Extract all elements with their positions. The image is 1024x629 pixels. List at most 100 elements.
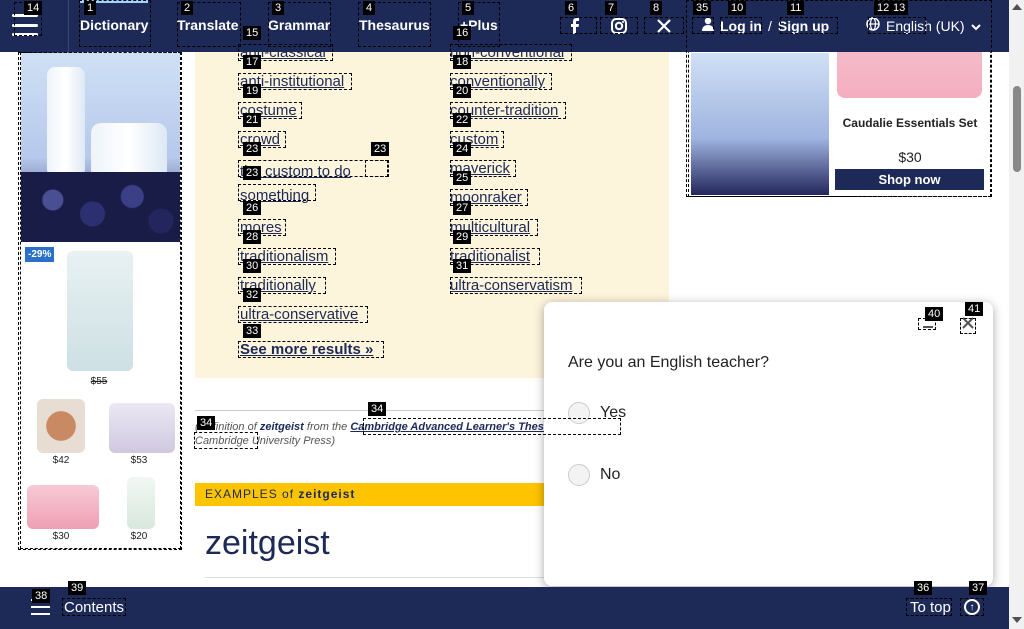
annotation-number-tag: 23 xyxy=(243,166,262,180)
annotation-number-tag: 8 xyxy=(650,1,663,15)
annotation-number-tag: 38 xyxy=(32,589,51,603)
left-advertisement[interactable]: -29% $55 $42 $53 $30 $20 xyxy=(20,52,181,549)
scroll-up-arrow[interactable] xyxy=(1012,4,1022,10)
top-navigation-bar: Dictionary Translate Grammar Thesaurus +… xyxy=(0,0,1009,52)
annotation-number-tag: 7 xyxy=(605,1,618,15)
annotation-number-tag: 6 xyxy=(565,1,578,15)
survey-question: Are you an English teacher? xyxy=(568,354,770,371)
credit-source-link[interactable]: Cambridge Advanced Learner's Thesaurus xyxy=(350,421,574,433)
examples-headword: zeitgeist xyxy=(205,524,330,562)
examples-word: zeitgeist xyxy=(298,487,356,501)
shop-now-button[interactable]: Shop now xyxy=(835,169,984,190)
user-icon xyxy=(702,17,714,34)
nav-divider xyxy=(68,0,69,52)
no-label: No xyxy=(600,466,621,483)
yes-radio[interactable] xyxy=(568,402,590,424)
see-more-results-link[interactable]: See more results » xyxy=(240,341,373,358)
discount-badge: -29% xyxy=(25,247,55,262)
ad-price: $30 xyxy=(898,149,922,165)
price-pouch: $30 xyxy=(52,531,70,542)
annotation-number-tag: 32 xyxy=(243,288,262,302)
to-top-link[interactable]: To top xyxy=(910,599,951,616)
annotation-number-tag: 5 xyxy=(462,1,475,15)
annotation-number-tag: 29 xyxy=(453,230,472,244)
annotation-number-tag: 41 xyxy=(965,302,984,316)
ad-title: Caudalie Essentials Set xyxy=(842,116,978,130)
annotation-number-tag: 10 xyxy=(728,1,747,15)
annotation-number-tag: 35 xyxy=(693,1,712,15)
nav-dictionary[interactable]: Dictionary xyxy=(80,0,149,33)
scroll-down-arrow[interactable] xyxy=(1012,617,1022,623)
product-bronzer[interactable] xyxy=(37,399,85,453)
nav-translate[interactable]: Translate xyxy=(177,17,238,33)
annotation-number-tag: 22 xyxy=(453,113,472,127)
annotation-number-tag: 17 xyxy=(243,55,262,69)
scrollbar-thumb[interactable] xyxy=(1013,86,1021,172)
annotation-number-tag: 25 xyxy=(453,171,472,185)
price-foam-set: $55 xyxy=(90,376,108,387)
login-signup: Log in / Sign up xyxy=(702,17,829,34)
x-twitter-icon[interactable] xyxy=(654,16,674,36)
annotation-number-tag: 40 xyxy=(925,307,944,321)
credit-mid: from the xyxy=(306,421,348,433)
annotation-number-tag: 20 xyxy=(453,84,472,98)
login-link[interactable]: Log in xyxy=(720,18,762,34)
teacher-survey-popup: Are you an English teacher? Yes No xyxy=(544,302,993,586)
ad-product-image xyxy=(691,53,829,195)
annotation-number-tag: 23 xyxy=(243,142,262,156)
globe-icon xyxy=(866,17,880,34)
contents-link[interactable]: Contents xyxy=(64,599,124,616)
menu-icon[interactable] xyxy=(12,14,38,36)
annotation-number-tag: 19 xyxy=(243,84,262,98)
annotation-number-tag: 34 xyxy=(368,402,387,416)
related-word-link[interactable]: the custom to do something xyxy=(240,160,390,208)
annotation-number-tag: 4 xyxy=(363,1,376,15)
credit-word: zeitgeist xyxy=(259,421,304,433)
serum-bottle xyxy=(47,67,85,177)
product-pouch[interactable] xyxy=(27,485,99,529)
arrow-up-icon[interactable]: ↑ xyxy=(964,599,980,615)
annotation-number-tag: 31 xyxy=(453,259,472,273)
nav-thesaurus[interactable]: Thesaurus xyxy=(359,17,430,33)
price-bronzer: $42 xyxy=(52,455,70,466)
chevron-down-icon xyxy=(970,18,981,34)
product-body-cream[interactable] xyxy=(109,403,175,453)
language-selector[interactable]: English (UK) xyxy=(866,17,981,34)
annotation-number-tag: 21 xyxy=(243,113,262,127)
instagram-icon[interactable] xyxy=(609,16,629,36)
product-spray[interactable] xyxy=(127,477,155,529)
annotation-number-tag: 33 xyxy=(243,324,262,338)
signup-link[interactable]: Sign up xyxy=(778,18,829,34)
annotation-number-tag: 3 xyxy=(272,1,285,15)
annotation-number-tag: 16 xyxy=(453,26,472,40)
annotation-number-tag: 39 xyxy=(68,581,87,595)
annotation-number-tag: 24 xyxy=(453,142,472,156)
berries-decoration xyxy=(21,172,180,242)
annotation-number-tag: 18 xyxy=(453,55,472,69)
close-icon[interactable] xyxy=(960,315,976,331)
annotation-number-tag: 36 xyxy=(914,581,933,595)
price-spray: $20 xyxy=(130,531,148,542)
nav-grammar[interactable]: Grammar xyxy=(268,17,330,33)
facebook-icon[interactable] xyxy=(565,16,585,36)
option-yes[interactable]: Yes xyxy=(568,402,626,424)
product-foam-set[interactable] xyxy=(67,251,133,371)
annotation-number-tag: 15 xyxy=(243,26,262,40)
annotation-number-tag: 1 xyxy=(84,1,97,15)
annotation-number-tag: 11 xyxy=(787,1,805,15)
ad-hero-image xyxy=(21,53,180,242)
annotation-number-tag: 30 xyxy=(243,259,262,273)
bottom-bar: Contents To top ↑ xyxy=(0,587,1009,629)
annotation-number-tag: 34 xyxy=(197,416,216,430)
related-word-link[interactable]: ultra-conservatism xyxy=(450,277,573,294)
annotation-number-tag: 26 xyxy=(243,201,262,215)
annotation-number-tag: 23 xyxy=(371,142,390,156)
examples-label: EXAMPLES of xyxy=(205,487,295,501)
no-radio[interactable] xyxy=(568,464,590,486)
login-separator: / xyxy=(768,17,772,34)
related-word-link[interactable]: ultra-conservative xyxy=(240,306,358,323)
language-label: English (UK) xyxy=(886,17,965,34)
annotation-number-tag: 37 xyxy=(969,581,988,595)
annotation-number-tag: 27 xyxy=(453,201,472,215)
option-no[interactable]: No xyxy=(568,464,620,486)
